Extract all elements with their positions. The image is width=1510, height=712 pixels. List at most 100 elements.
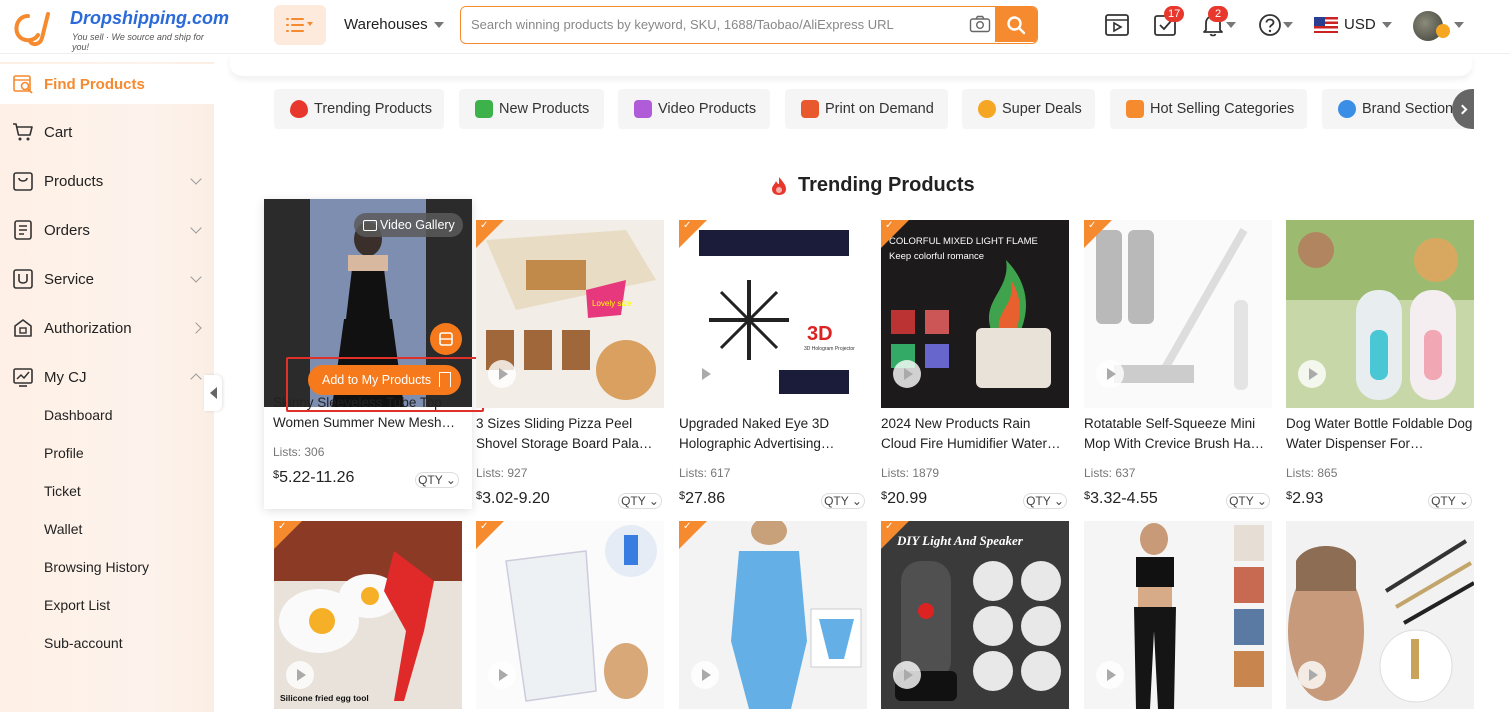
qty-dropdown[interactable]: QTY ⌄ <box>415 472 459 488</box>
tab-trending-products[interactable]: Trending Products <box>274 89 444 129</box>
sidebar-subitem-sub-account[interactable]: Sub-account <box>44 635 123 651</box>
sidebar-item-cart[interactable]: Cart <box>0 112 214 152</box>
play-video-icon[interactable] <box>893 360 921 388</box>
product-image[interactable]: Silicone fried egg tool <box>274 521 462 709</box>
qty-dropdown[interactable]: QTY ⌄ <box>821 493 865 509</box>
play-video-icon[interactable] <box>286 661 314 689</box>
logo[interactable]: Dropshipping.com You sell · We source an… <box>8 6 229 52</box>
sidebar-item-products[interactable]: Products <box>0 161 214 201</box>
us-flag-icon <box>1314 16 1338 33</box>
sidebar-subitem-profile[interactable]: Profile <box>44 445 84 461</box>
cj-logo-icon <box>14 12 50 47</box>
video-gallery-badge[interactable]: Video Gallery <box>354 213 463 237</box>
product-title[interactable]: 3 Sizes Sliding Pizza Peel Shovel Storag… <box>476 414 664 454</box>
chevron-down-icon <box>190 222 202 234</box>
product-image[interactable]: COLORFUL MIXED LIGHT FLAME Keep colorful… <box>881 220 1069 408</box>
warehouses-label: Warehouses <box>344 16 428 33</box>
product-image[interactable] <box>1084 521 1272 709</box>
cart-icon <box>13 123 33 141</box>
caret-down-icon[interactable] <box>1454 22 1464 28</box>
qty-dropdown[interactable]: QTY ⌄ <box>618 493 662 509</box>
caret-down-icon <box>433 21 444 28</box>
play-video-icon[interactable] <box>488 661 516 689</box>
product-image[interactable]: DIY Light And Speaker <box>881 521 1069 709</box>
sidebar-item-label: Products <box>44 172 104 190</box>
product-title[interactable]: 2024 New Products Rain Cloud Fire Humidi… <box>881 414 1069 454</box>
currency-selector[interactable]: USD <box>1314 16 1392 33</box>
play-video-icon[interactable] <box>1298 661 1326 689</box>
top-shadow-strip <box>230 54 1472 76</box>
sidebar-subitem-export-list[interactable]: Export List <box>44 597 110 613</box>
product-image[interactable]: Lovely size <box>476 220 664 408</box>
tab-print-on-demand[interactable]: Print on Demand <box>785 89 948 129</box>
category-menu-button[interactable] <box>274 5 326 45</box>
product-price: $2.93 <box>1286 490 1324 507</box>
sidebar-subitem-dashboard[interactable]: Dashboard <box>44 407 113 423</box>
tab-brand-section[interactable]: Brand Section <box>1322 89 1470 129</box>
find-similar-button[interactable] <box>430 323 462 355</box>
listed-check-icon <box>679 220 707 248</box>
qty-dropdown[interactable]: QTY ⌄ <box>1023 493 1067 509</box>
product-image[interactable] <box>1084 220 1272 408</box>
fire-icon <box>772 176 786 195</box>
play-video-icon[interactable] <box>1298 360 1326 388</box>
product-price: $3.32-4.55 <box>1084 490 1158 507</box>
sidebar-item-my-cj[interactable]: My CJ <box>0 357 214 397</box>
product-title[interactable]: Dog Water Bottle Foldable Dog Water Disp… <box>1286 414 1474 454</box>
search-icon <box>1007 15 1026 34</box>
similar-image-icon <box>439 332 453 346</box>
product-image[interactable] <box>1286 521 1474 709</box>
search-input[interactable] <box>461 7 1001 42</box>
sidebar-collapse-button[interactable] <box>204 375 222 411</box>
product-lists-count: Lists: 637 <box>1084 466 1136 480</box>
tab-hot-selling-categories[interactable]: Hot Selling Categories <box>1110 89 1307 129</box>
product-title[interactable]: Rotatable Self-Squeeze Mini Mop With Cre… <box>1084 414 1272 454</box>
play-video-icon[interactable] <box>488 360 516 388</box>
sidebar-item-label: Cart <box>44 123 73 141</box>
sidebar-item-orders[interactable]: Orders <box>0 210 214 250</box>
search-button[interactable] <box>995 7 1037 42</box>
egg-caption: Silicone fried egg tool <box>280 693 369 703</box>
chevron-down-icon <box>190 271 202 283</box>
tab-label: Print on Demand <box>825 101 934 117</box>
sidebar-item-find-products[interactable]: Find Products <box>0 64 214 104</box>
play-video-icon[interactable] <box>691 360 719 388</box>
product-card[interactable]: Video Gallery Add to My Products Skinny … <box>264 199 472 509</box>
product-image[interactable] <box>476 521 664 709</box>
play-video-icon[interactable] <box>1096 661 1124 689</box>
notifications-button[interactable]: 2 <box>1200 6 1228 38</box>
caret-down-icon <box>1226 22 1236 28</box>
sidebar-subitem-ticket[interactable]: Ticket <box>44 483 81 499</box>
qty-dropdown[interactable]: QTY ⌄ <box>1428 493 1472 509</box>
tasks-button[interactable]: 17 <box>1152 6 1185 38</box>
service-icon <box>13 269 33 289</box>
qty-dropdown[interactable]: QTY ⌄ <box>1226 493 1270 509</box>
tab-video-products[interactable]: Video Products <box>618 89 770 129</box>
product-image[interactable]: 3D 3D Hologram Projector <box>679 220 867 408</box>
search-box <box>460 6 1038 44</box>
play-video-icon[interactable] <box>691 661 719 689</box>
play-video-icon[interactable] <box>1096 360 1124 388</box>
product-image[interactable] <box>1286 220 1474 408</box>
product-title[interactable]: Upgraded Naked Eye 3D Holographic Advert… <box>679 414 867 454</box>
tab-super-deals[interactable]: Super Deals <box>962 89 1095 129</box>
sidebar-item-authorization[interactable]: Authorization <box>0 308 214 348</box>
camera-search-icon[interactable] <box>969 15 991 33</box>
tab-new-products[interactable]: New Products <box>459 89 604 129</box>
help-icon[interactable] <box>1257 12 1283 38</box>
product-image[interactable] <box>679 521 867 709</box>
sticker-text: Lovely size <box>592 299 632 308</box>
top-header: Dropshipping.com You sell · We source an… <box>0 0 1510 54</box>
play-video-icon[interactable] <box>893 661 921 689</box>
sidebar-subitem-wallet[interactable]: Wallet <box>44 521 82 537</box>
highlight-box <box>286 357 484 412</box>
notifications-badge: 2 <box>1208 6 1228 22</box>
sidebar-item-service[interactable]: Service <box>0 259 214 299</box>
sidebar-item-label: Orders <box>44 221 90 239</box>
caret-down-icon <box>1381 21 1392 28</box>
video-icon[interactable] <box>1104 12 1130 38</box>
warehouses-dropdown[interactable]: Warehouses <box>344 16 444 33</box>
brand-name: Dropshipping.com <box>70 8 229 28</box>
sidebar-subitem-browsing-history[interactable]: Browsing History <box>44 559 149 575</box>
tab-label: Super Deals <box>1002 101 1082 117</box>
